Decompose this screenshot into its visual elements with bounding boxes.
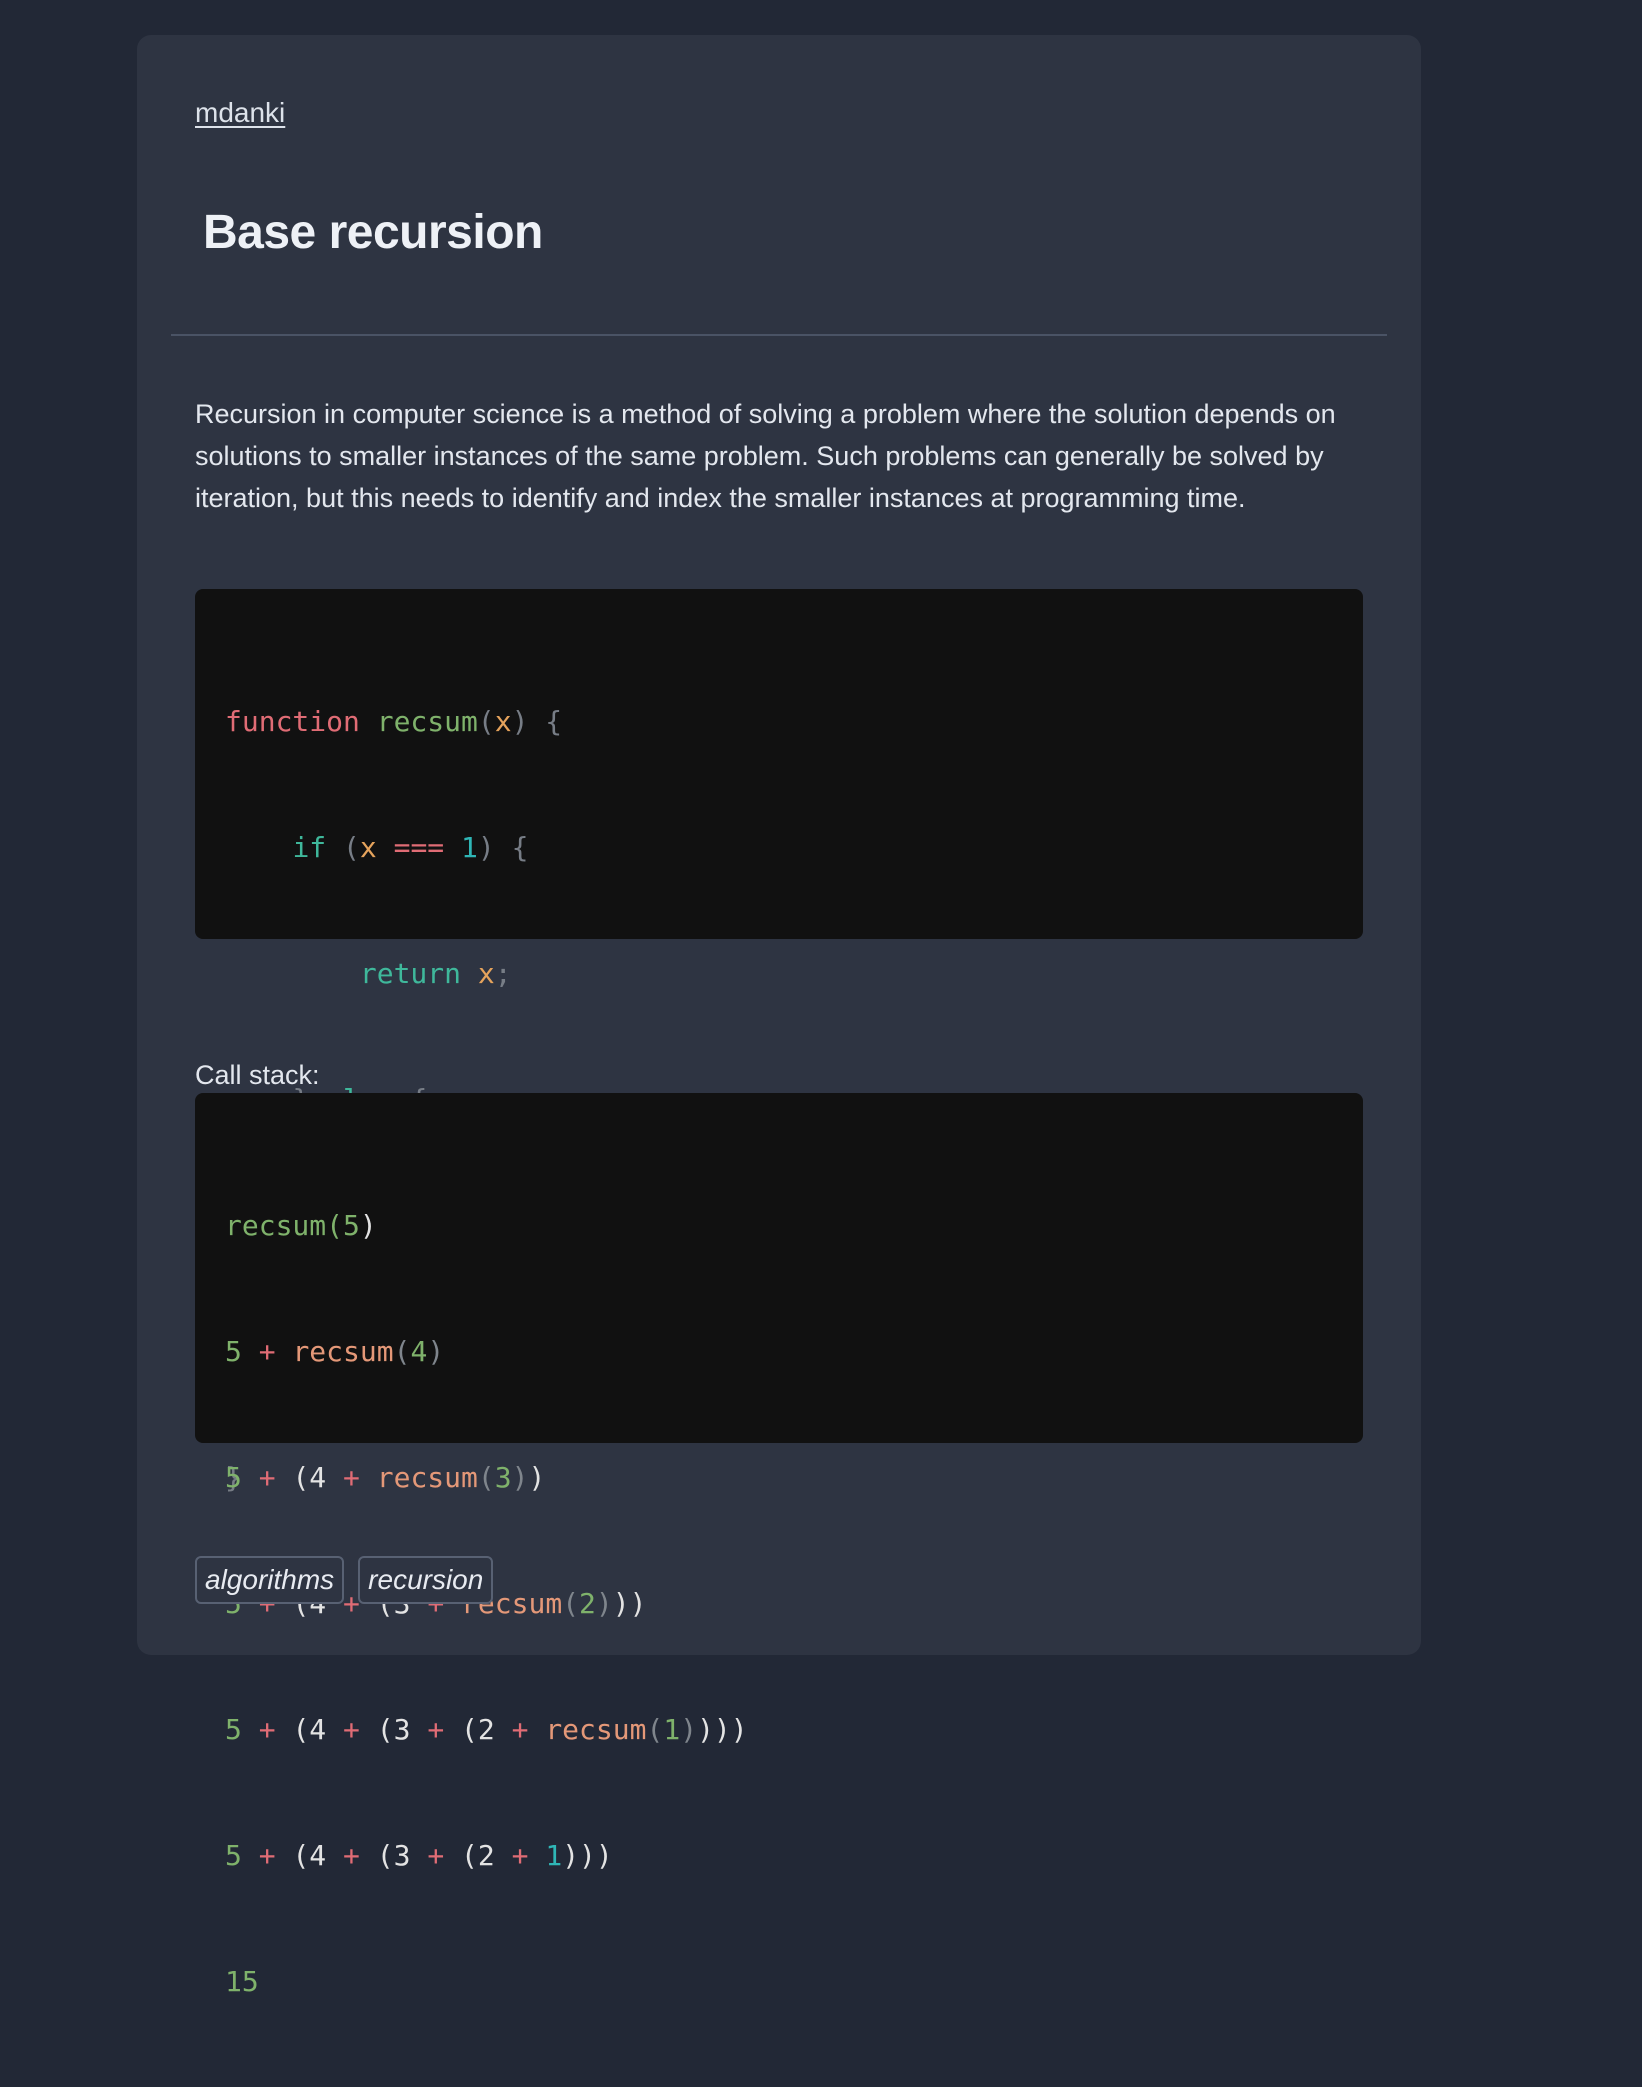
- tag-algorithms[interactable]: algorithms: [195, 1556, 345, 1604]
- site-link[interactable]: mdanki: [195, 97, 285, 129]
- code-line-1: function recsum(x) {: [225, 705, 563, 738]
- code-block-call-stack: recsum(5) 5 + recsum(4) 5 + (4 + recsum(…: [195, 1093, 1363, 1998]
- stack-line-1: recsum(5): [225, 1209, 377, 1242]
- tag-recursion[interactable]: recursion: [358, 1556, 494, 1604]
- call-stack-label: Call stack:: [195, 1060, 320, 1090]
- page-title: Base recursion: [203, 206, 543, 259]
- code-line-2: if (x === 1) {: [292, 831, 529, 864]
- stack-line-5: 5 + (4 + (3 + (2 + recsum(1)))): [225, 1713, 748, 1746]
- stack-line-3: 5 + (4 + recsum(3)): [225, 1461, 546, 1494]
- code-block-function: function recsum(x) { if (x === 1) { retu…: [195, 589, 1363, 1494]
- code-line-3: return x;: [359, 957, 512, 990]
- stack-line-6: 5 + (4 + (3 + (2 + 1))): [225, 1839, 613, 1872]
- note-card: mdanki Base recursion Recursion in compu…: [137, 35, 1421, 1998]
- tag-list: algorithms recursion: [195, 1556, 494, 1604]
- divider: [171, 334, 1387, 336]
- stack-line-7: 15: [225, 1965, 259, 1998]
- description-paragraph: Recursion in computer science is a metho…: [195, 399, 1336, 513]
- stack-line-2: 5 + recsum(4): [225, 1335, 445, 1368]
